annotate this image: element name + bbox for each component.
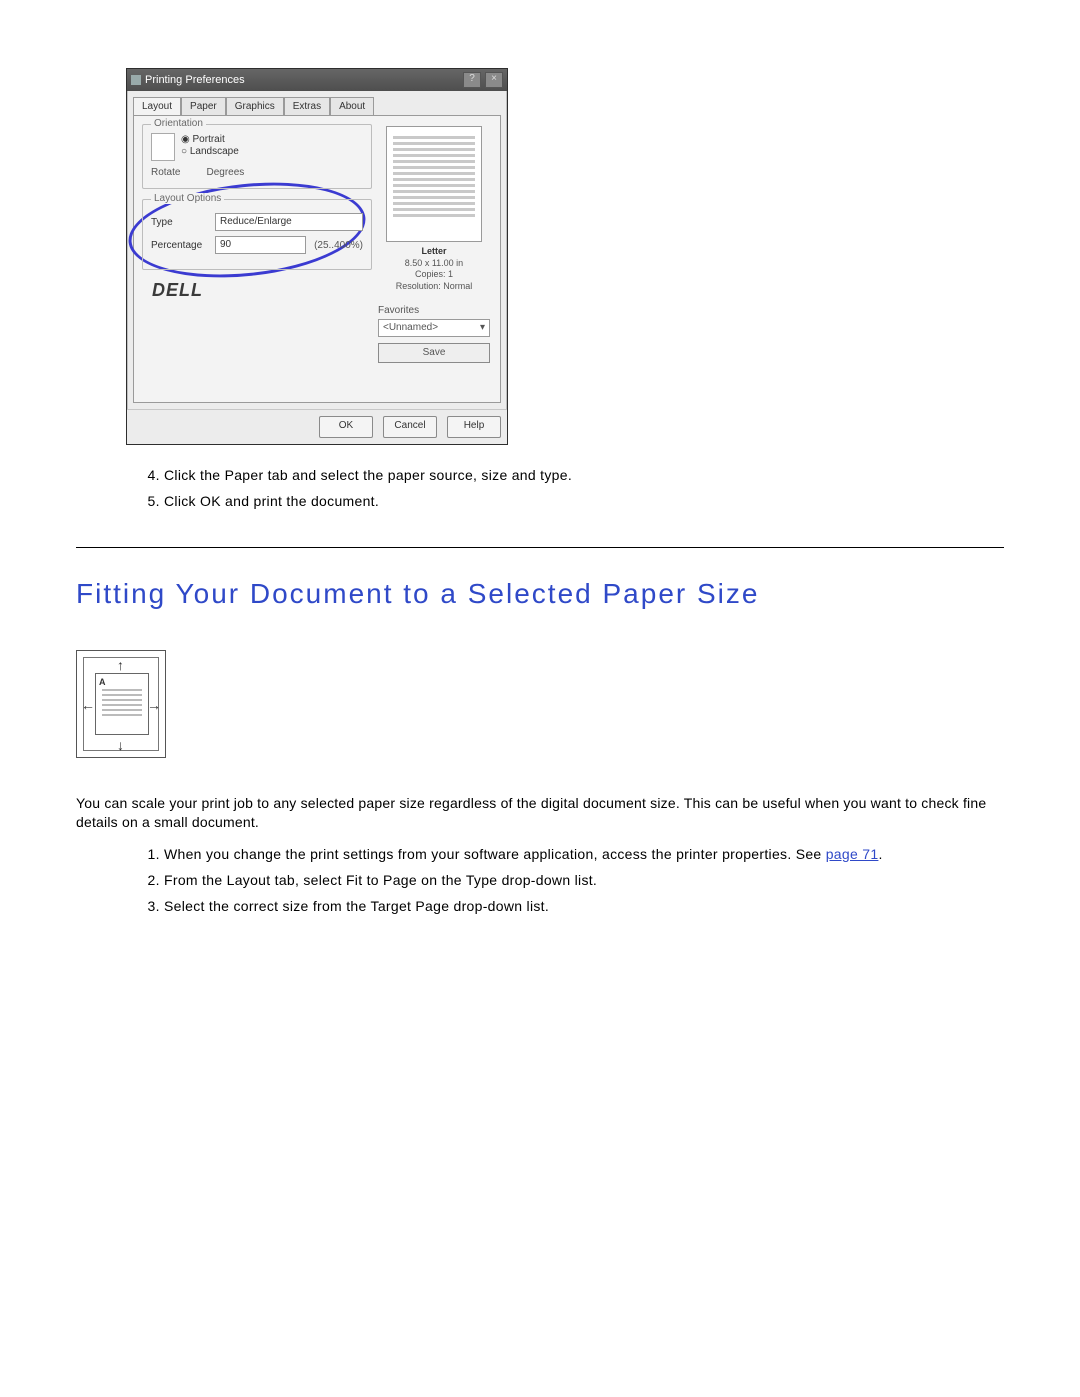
app-icon [131,75,141,85]
orientation-legend: Orientation [151,118,206,129]
tab-graphics[interactable]: Graphics [226,97,284,115]
fit-icon-letter: A [99,677,106,687]
landscape-radio[interactable]: ○ Landscape [181,146,239,157]
step-b3-a: Select the correct size from the [164,898,371,914]
preview-page-icon [386,126,482,242]
close-window-button[interactable]: × [485,72,503,88]
step-b2-layout: Layout [227,872,271,888]
step-b3-c: drop-down list. [449,898,549,914]
type-label: Type [151,217,207,228]
step-b1-dot: . [878,846,882,862]
arrow-down-icon: ↓ [117,737,124,753]
degrees-label: Degrees [206,167,244,178]
portrait-label: Portrait [193,134,225,145]
steps-list-b: When you change the print settings from … [76,846,1004,914]
step-b3: Select the correct size from the Target … [164,898,1004,914]
step-b2: From the Layout tab, select Fit to Page … [164,872,1004,888]
preview-pane: Letter 8.50 x 11.00 in Copies: 1 Resolut… [378,126,490,363]
arrow-up-icon: ↑ [117,657,124,673]
printing-preferences-screenshot: Printing Preferences ? × Layout Paper Gr… [126,68,1004,445]
tab-about[interactable]: About [330,97,374,115]
tab-strip: Layout Paper Graphics Extras About [133,97,501,115]
preview-copies-label: Copies: [415,269,446,279]
preview-copies-value: 1 [448,269,453,279]
landscape-label: Landscape [190,146,239,157]
help-window-button[interactable]: ? [463,72,481,88]
dialog-title: Printing Preferences [145,74,459,86]
cancel-button[interactable]: Cancel [383,416,437,438]
favorites-value: <Unnamed> [383,320,438,336]
step-4: Click the Paper tab and select the paper… [164,467,1004,483]
printing-preferences-dialog: Printing Preferences ? × Layout Paper Gr… [126,68,508,445]
tab-paper[interactable]: Paper [181,97,226,115]
chevron-down-icon: ▾ [480,320,485,336]
page-71-link[interactable]: page 71 [826,846,879,862]
section-heading: Fitting Your Document to a Selected Pape… [76,578,1004,610]
arrow-right-icon: → [147,697,161,713]
tab-layout[interactable]: Layout [133,97,181,115]
step-b2-a: From the [164,872,227,888]
step-5-ok: OK [200,493,221,509]
favorites-dropdown[interactable]: <Unnamed> ▾ [378,319,490,337]
dell-logo: DELL [152,280,372,301]
dialog-titlebar: Printing Preferences ? × [127,69,507,91]
percentage-spinner[interactable]: 90 [215,236,306,254]
dialog-button-row: OK Cancel Help [127,409,507,444]
favorites-save-button[interactable]: Save [378,343,490,363]
divider [76,547,1004,548]
intro-paragraph: You can scale your print job to any sele… [76,794,1004,832]
preview-resolution-label: Resolution: [396,281,441,291]
step-b2-g: drop-down list. [497,872,597,888]
step-b2-e: on the [417,872,466,888]
tab-extras[interactable]: Extras [284,97,330,115]
step-5: Click OK and print the document. [164,493,1004,509]
preview-resolution-value: Normal [443,281,472,291]
type-dropdown[interactable]: Reduce/Enlarge [215,213,363,231]
step-5-text-b: and print the document. [221,493,379,509]
rotate-label: Rotate [151,167,180,178]
layout-options-legend: Layout Options [151,193,224,204]
step-b3-target: Target Page [371,898,450,914]
step-b2-c: tab, select [270,872,346,888]
step-5-text-a: Click [164,493,200,509]
fit-to-page-icon: A ↑ ↓ ← → [76,650,166,758]
help-button[interactable]: Help [447,416,501,438]
favorites-legend: Favorites [378,305,490,316]
tab-panel: Orientation ◉ Portrait ○ Landscape Rotat… [133,115,501,403]
step-b1-text: When you change the print settings from … [164,846,826,862]
layout-options-group: Layout Options Type Reduce/Enlarge Perce… [142,199,372,270]
percentage-label: Percentage [151,240,207,251]
preview-paper-name: Letter [378,246,490,258]
portrait-radio[interactable]: ◉ Portrait [181,134,239,145]
arrow-left-icon: ← [81,697,95,713]
orientation-icon [151,133,175,161]
ok-button[interactable]: OK [319,416,373,438]
preview-paper-dims: 8.50 x 11.00 in [378,258,490,270]
step-4-text: Click the Paper tab and select the paper… [164,467,572,483]
orientation-group: Orientation ◉ Portrait ○ Landscape Rotat… [142,124,372,189]
percentage-range: (25..400%) [314,240,363,251]
step-b2-fit: Fit to Page [346,872,417,888]
step-b2-type: Type [466,872,498,888]
steps-list-a: Click the Paper tab and select the paper… [76,467,1004,509]
step-b1: When you change the print settings from … [164,846,1004,862]
